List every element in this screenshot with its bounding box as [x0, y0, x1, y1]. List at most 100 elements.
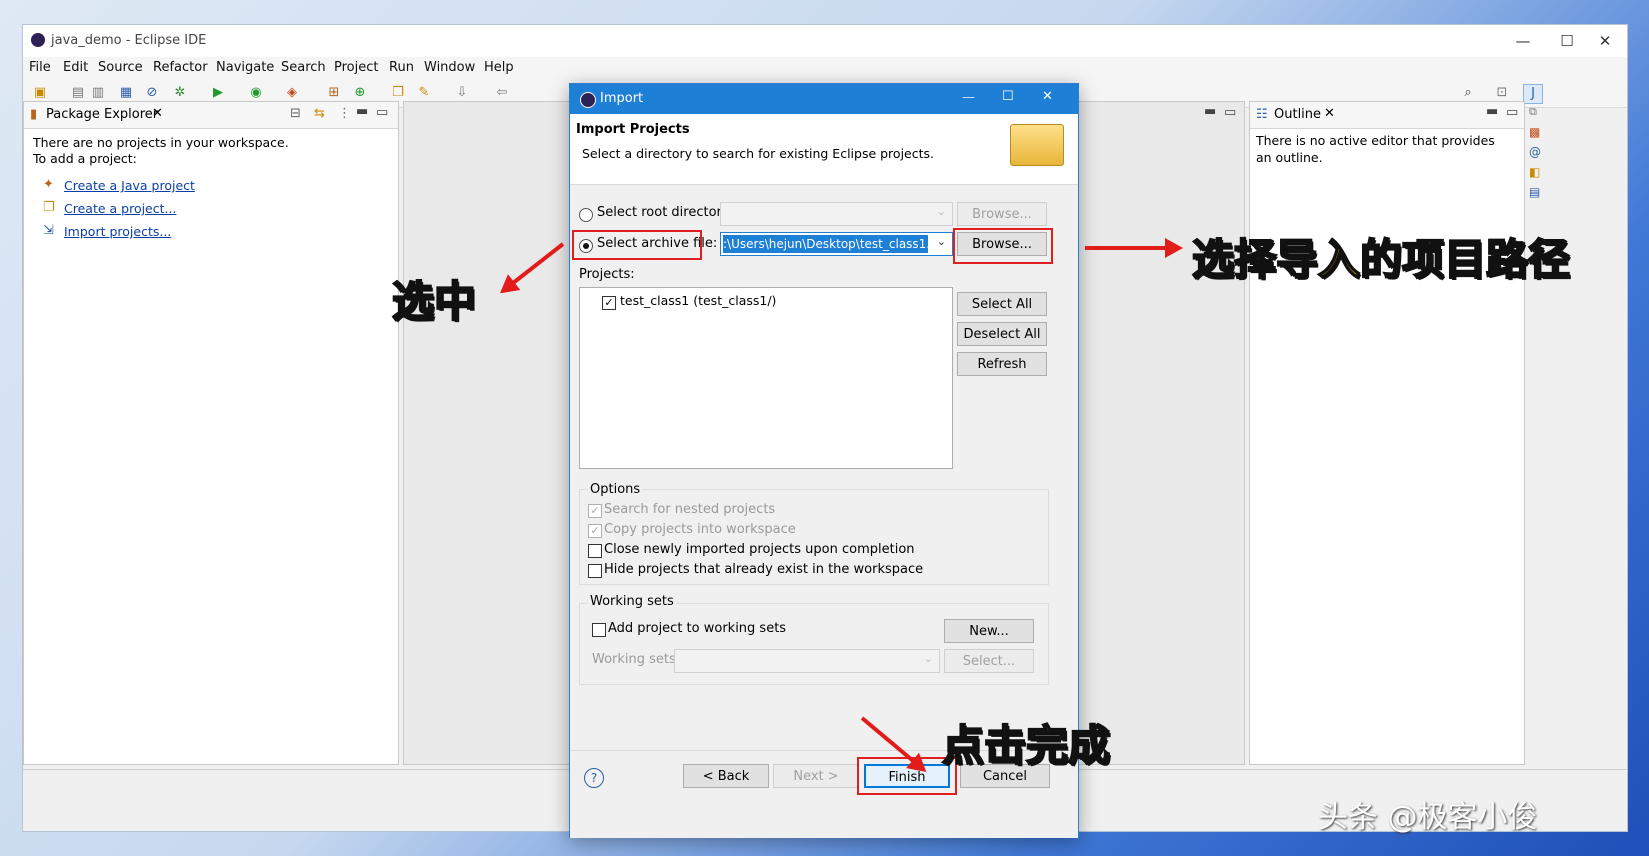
coverage-icon[interactable]: ◉ — [247, 84, 265, 102]
projects-list[interactable]: ✓ test_class1 (test_class1/) — [579, 287, 953, 469]
open-perspective-icon[interactable]: ⊡ — [1493, 84, 1511, 102]
java-project-icon: ✦ — [43, 177, 54, 192]
click-finish-annotation: 点击完成 — [941, 720, 1111, 771]
menu-project[interactable]: Project — [334, 60, 378, 75]
menu-navigate[interactable]: Navigate — [216, 60, 274, 75]
link-editor-icon[interactable]: ⇆ — [314, 106, 325, 121]
search-tool-icon[interactable]: ✎ — [415, 84, 433, 102]
dialog-title: Import — [600, 91, 644, 106]
select-working-set-button: Select... — [944, 649, 1034, 673]
debug-icon[interactable]: ✲ — [171, 84, 189, 102]
chevron-down-icon: ⌄ — [923, 652, 933, 665]
window-title: java_demo - Eclipse IDE — [51, 33, 207, 48]
menu-source[interactable]: Source — [98, 60, 143, 75]
chevron-down-icon: ⌄ — [936, 205, 946, 218]
next-annotation-icon[interactable]: ⇩ — [453, 84, 471, 102]
refresh-button[interactable]: Refresh — [957, 352, 1047, 376]
java-perspective-icon[interactable]: J — [1523, 84, 1543, 104]
menu-window[interactable]: Window — [424, 60, 475, 75]
import-projects-link[interactable]: Import projects... — [64, 224, 171, 239]
trim-stack: ⧉ ▩ @ ◧ ▤ — [1529, 105, 1551, 225]
back-button[interactable]: < Back — [683, 764, 769, 788]
close-view-icon[interactable]: ✕ — [152, 106, 163, 121]
create-project-link[interactable]: Create a project... — [64, 201, 176, 216]
dialog-maximize-button[interactable]: ☐ — [1002, 89, 1014, 104]
import-icon: ⇲ — [43, 223, 54, 238]
package-explorer-title: Package Explorer — [46, 107, 159, 122]
outline-tab[interactable]: ☷ Outline ✕ ▬ ▭ — [1250, 102, 1524, 129]
project-checkbox[interactable]: ✓ — [602, 296, 616, 310]
editor-minimize-icon[interactable]: ▬ — [1204, 104, 1216, 119]
new-icon[interactable]: ▣ — [31, 84, 49, 102]
eclipse-logo-icon — [31, 33, 45, 47]
problems-icon[interactable]: ▩ — [1529, 125, 1551, 139]
hide-existing-checkbox[interactable] — [588, 564, 602, 578]
close-window-button[interactable]: ✕ — [1585, 29, 1625, 53]
copy-projects-label: Copy projects into workspace — [604, 522, 796, 537]
save-icon[interactable]: ▤ — [69, 84, 87, 102]
menu-help[interactable]: Help — [484, 60, 514, 75]
menu-edit[interactable]: Edit — [63, 60, 88, 75]
close-imported-checkbox[interactable] — [588, 544, 602, 558]
external-tools-icon[interactable]: ◈ — [283, 84, 301, 102]
back-nav-icon[interactable]: ⇦ — [493, 84, 511, 102]
chevron-down-icon[interactable]: ⌄ — [937, 235, 946, 248]
archive-browse-button[interactable]: Browse... — [957, 232, 1047, 256]
open-type-icon[interactable]: ❐ — [389, 84, 407, 102]
maximize-button[interactable]: ☐ — [1547, 29, 1587, 53]
title-bar: java_demo - Eclipse IDE — ☐ ✕ — [23, 25, 1627, 57]
dialog-close-button[interactable]: ✕ — [1042, 89, 1053, 104]
watermark: 头条 @极客小俊 — [1318, 800, 1538, 835]
new-working-set-button[interactable]: New... — [944, 619, 1034, 643]
dialog-minimize-button[interactable]: — — [962, 90, 975, 105]
add-to-working-sets-checkbox[interactable] — [592, 623, 606, 637]
root-directory-combo[interactable]: ⌄ — [720, 202, 953, 226]
arrow-to-path-label — [1085, 238, 1183, 258]
copy-projects-checkbox: ✓ — [588, 524, 602, 538]
collapse-all-icon[interactable]: ⊟ — [290, 106, 301, 121]
archive-file-combo[interactable]: :\Users\hejun\Desktop\test_class1.zip ⌄ — [720, 232, 953, 256]
help-icon[interactable]: ? — [584, 768, 604, 788]
save-all-icon[interactable]: ▥ — [89, 84, 107, 102]
deselect-all-button[interactable]: Deselect All — [957, 322, 1047, 346]
close-outline-icon[interactable]: ✕ — [1324, 106, 1335, 121]
menu-file[interactable]: File — [29, 60, 51, 75]
outline-maximize-icon[interactable]: ▭ — [1506, 105, 1518, 120]
folder-icon — [1010, 124, 1064, 166]
menu-refactor[interactable]: Refactor — [153, 60, 208, 75]
menu-search[interactable]: Search — [281, 60, 326, 75]
create-java-project-link[interactable]: Create a Java project — [64, 178, 195, 193]
declaration-icon[interactable]: ◧ — [1529, 165, 1551, 179]
new-class-icon[interactable]: ⊕ — [351, 84, 369, 102]
run-icon[interactable]: ▶ — [209, 84, 227, 102]
select-all-button[interactable]: Select All — [957, 292, 1047, 316]
options-title: Options — [588, 482, 643, 497]
next-button: Next > — [773, 764, 859, 788]
project-item[interactable]: test_class1 (test_class1/) — [620, 293, 776, 308]
restore-icon[interactable]: ⧉ — [1529, 105, 1551, 119]
hide-existing-label: Hide projects that already exist in the … — [604, 562, 924, 577]
minimize-button[interactable]: — — [1503, 29, 1543, 53]
view-menu-icon[interactable]: ⋮ — [338, 106, 351, 121]
console-icon[interactable]: ▦ — [117, 84, 135, 102]
project-icon: ❐ — [43, 200, 55, 215]
skip-breakpoints-icon[interactable]: ⊘ — [143, 84, 161, 102]
selected-annotation: 选中 — [391, 276, 477, 327]
archive-file-radio[interactable] — [579, 239, 593, 253]
console-trim-icon[interactable]: ▤ — [1529, 185, 1551, 199]
root-browse-button[interactable]: Browse... — [957, 202, 1047, 226]
outline-minimize-icon[interactable]: ▬ — [1486, 104, 1498, 119]
editor-maximize-icon[interactable]: ▭ — [1224, 105, 1236, 120]
menu-run[interactable]: Run — [389, 60, 414, 75]
outline-icon: ☷ — [1256, 107, 1268, 122]
search-icon[interactable]: ⌕ — [1459, 84, 1477, 102]
add-to-working-sets-label: Add project to working sets — [608, 621, 787, 636]
javadoc-icon[interactable]: @ — [1529, 145, 1551, 159]
new-package-icon[interactable]: ⊞ — [325, 84, 343, 102]
add-project-text: To add a project: — [33, 151, 137, 166]
minimize-view-icon[interactable]: ▬ — [356, 104, 368, 119]
package-explorer-tab[interactable]: Package Explorer ▮ ✕ ⊟ ⇆ ⋮ ▬ ▭ — [24, 102, 398, 129]
working-sets-title: Working sets — [588, 594, 676, 609]
maximize-view-icon[interactable]: ▭ — [376, 105, 388, 120]
root-directory-radio[interactable] — [579, 208, 593, 222]
